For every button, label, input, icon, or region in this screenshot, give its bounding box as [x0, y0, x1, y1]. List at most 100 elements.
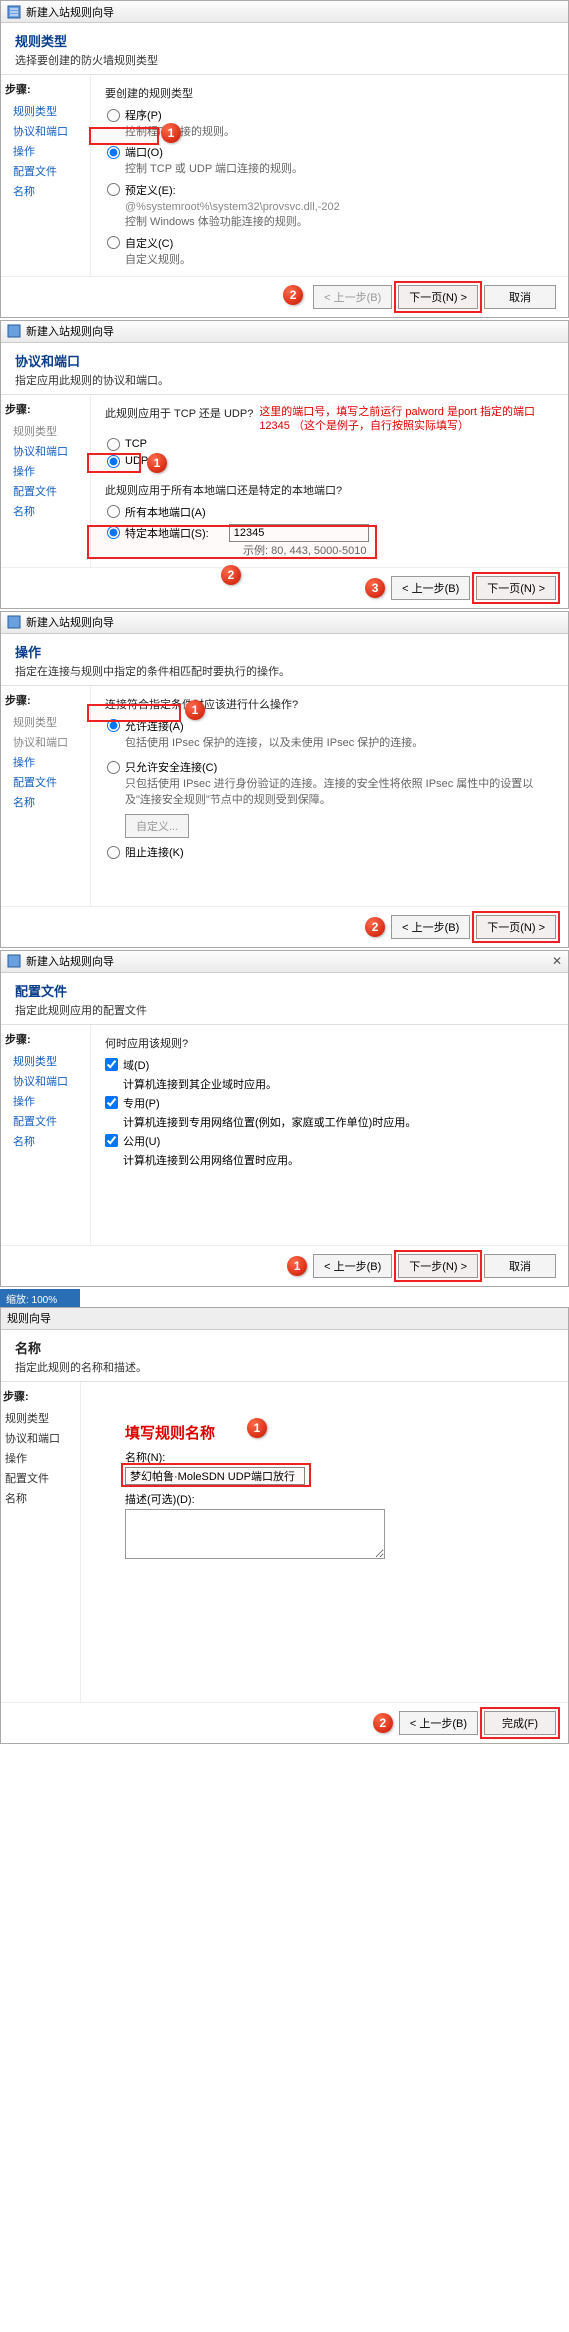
- radio-all-ports[interactable]: [107, 505, 120, 518]
- steps-sidebar: 步骤: 规则类型 协议和端口 操作 配置文件 名称: [1, 686, 91, 906]
- step-rule-type: 规则类型: [5, 1051, 86, 1071]
- desc-predef-path: @%systemroot%\system32\provsvc.dll,-202: [125, 200, 554, 215]
- cancel-button[interactable]: 取消: [484, 1254, 556, 1278]
- question-protocol: 此规则应用于 TCP 还是 UDP?: [105, 405, 253, 421]
- radio-predef[interactable]: [107, 183, 120, 196]
- opt-custom[interactable]: 自定义(C): [107, 235, 554, 251]
- wizard-title: 新建入站规则向导: [26, 4, 114, 20]
- opt-port[interactable]: 端口(O): [107, 144, 554, 160]
- titlebar: 新建入站规则向导: [1, 1, 568, 23]
- opt-all-ports[interactable]: 所有本地端口(A): [107, 504, 554, 520]
- opt-program[interactable]: 程序(P): [107, 107, 554, 123]
- close-icon[interactable]: ✕: [552, 954, 562, 968]
- rule-name-input[interactable]: [125, 1467, 305, 1485]
- wizard-icon: [7, 5, 21, 19]
- wizard-panel-name: 规则向导 名称 指定此规则的名称和描述。 步骤: 规则类型 协议和端口 操作 配…: [0, 1307, 569, 1744]
- footer: 2 < 上一步(B) 下一页(N) >: [1, 906, 568, 947]
- annot-badge-1: 1: [247, 1418, 267, 1438]
- back-button[interactable]: < 上一步(B): [391, 576, 470, 600]
- checkbox-private[interactable]: [105, 1096, 118, 1109]
- desc-public: 计算机连接到公用网络位置时应用。: [123, 1152, 554, 1168]
- radio-custom[interactable]: [107, 236, 120, 249]
- opt-secure[interactable]: 只允许安全连接(C): [107, 759, 554, 775]
- opt-tcp[interactable]: TCP: [107, 438, 554, 451]
- radio-block[interactable]: [107, 846, 120, 859]
- page-title: 协议和端口: [15, 351, 554, 370]
- step-action: 操作: [3, 1448, 78, 1468]
- radio-spec-ports[interactable]: [107, 526, 120, 539]
- header: 协议和端口 指定应用此规则的协议和端口。: [1, 343, 568, 395]
- next-button[interactable]: 下一步(N) >: [398, 1254, 478, 1278]
- steps-sidebar: 步骤: 规则类型 协议和端口 操作 配置文件 名称: [1, 395, 91, 567]
- radio-program[interactable]: [107, 109, 120, 122]
- titlebar: 新建入站规则向导: [1, 321, 568, 343]
- annot-text: 填写规则名称: [125, 1422, 554, 1443]
- checkbox-domain[interactable]: [105, 1058, 118, 1071]
- back-button[interactable]: < 上一步(B): [399, 1711, 478, 1735]
- port-example: 示例: 80, 443, 5000-5010: [243, 544, 554, 559]
- main-area: 何时应用该规则? 域(D) 计算机连接到其企业域时应用。 专用(P) 计算机连接…: [91, 1025, 568, 1245]
- annot-badge-1: 1: [147, 453, 167, 473]
- desc-secure: 只包括使用 IPsec 进行身份验证的连接。连接的安全性将依照 IPsec 属性…: [125, 777, 554, 808]
- page-subtitle: 指定在连接与规则中指定的条件相匹配时要执行的操作。: [15, 663, 554, 679]
- opt-spec-ports[interactable]: 特定本地端口(S):: [107, 524, 554, 542]
- wizard-panel-rule-type: 新建入站规则向导 规则类型 选择要创建的防火墙规则类型 步骤: 规则类型 协议和…: [0, 0, 569, 318]
- finish-button[interactable]: 完成(F): [484, 1711, 556, 1735]
- step-proto-port: 协议和端口: [5, 121, 86, 141]
- step-action: 操作: [5, 141, 86, 161]
- steps-header: 步骤:: [3, 1388, 78, 1404]
- header: 规则类型 选择要创建的防火墙规则类型: [1, 23, 568, 75]
- back-button[interactable]: < 上一步(B): [391, 915, 470, 939]
- checkbox-public[interactable]: [105, 1134, 118, 1147]
- rule-desc-input[interactable]: [125, 1509, 385, 1559]
- opt-block[interactable]: 阻止连接(K): [107, 844, 554, 860]
- radio-allow[interactable]: [107, 719, 120, 732]
- opt-predef[interactable]: 预定义(E):: [107, 182, 554, 198]
- titlebar: 规则向导: [1, 1308, 568, 1330]
- desc-predef: 控制 Windows 体验功能连接的规则。: [125, 215, 554, 230]
- back-button[interactable]: < 上一步(B): [313, 1254, 392, 1278]
- footer: 1 < 上一步(B) 下一步(N) > 取消: [1, 1245, 568, 1286]
- wizard-panel-protocol-port: 新建入站规则向导 协议和端口 指定应用此规则的协议和端口。 步骤: 规则类型 协…: [0, 320, 569, 609]
- port-input[interactable]: [229, 524, 369, 542]
- step-profile: 配置文件: [5, 772, 86, 792]
- page-title: 操作: [15, 642, 554, 661]
- chk-domain[interactable]: 域(D): [105, 1057, 554, 1073]
- footer: 2 < 上一步(B) 下一页(N) > 取消: [1, 276, 568, 317]
- wizard-title: 新建入站规则向导: [26, 953, 114, 969]
- radio-tcp[interactable]: [107, 438, 120, 451]
- wizard-title: 新建入站规则向导: [26, 323, 114, 339]
- radio-port[interactable]: [107, 146, 120, 159]
- annot-badge-2: 2: [283, 285, 303, 305]
- next-button[interactable]: 下一页(N) >: [398, 285, 478, 309]
- back-button[interactable]: < 上一步(B): [313, 285, 392, 309]
- step-rule-type: 规则类型: [5, 712, 86, 732]
- opt-allow[interactable]: 允许连接(A): [107, 718, 554, 734]
- steps-header: 步骤:: [5, 81, 86, 97]
- next-button[interactable]: 下一页(N) >: [476, 915, 556, 939]
- page-subtitle: 选择要创建的防火墙规则类型: [15, 52, 554, 68]
- next-button[interactable]: 下一页(N) >: [476, 576, 556, 600]
- radio-udp[interactable]: [107, 455, 120, 468]
- footer: 3 < 上一步(B) 下一页(N) >: [1, 567, 568, 608]
- page-title: 规则类型: [15, 31, 554, 50]
- radio-secure[interactable]: [107, 761, 120, 774]
- annot-badge-1: 1: [287, 1256, 307, 1276]
- opt-udp[interactable]: UDP: [107, 455, 554, 468]
- chk-private[interactable]: 专用(P): [105, 1095, 554, 1111]
- step-rule-type: 规则类型: [5, 101, 86, 121]
- name-label: 名称(N):: [125, 1449, 554, 1465]
- question: 要创建的规则类型: [105, 85, 554, 101]
- main-area: 此规则应用于 TCP 还是 UDP? 这里的端口号，填写之前运行 palword…: [91, 395, 568, 567]
- page-title: 名称: [15, 1338, 554, 1357]
- customize-button[interactable]: 自定义...: [125, 814, 189, 838]
- step-name: 名称: [5, 792, 86, 812]
- page-subtitle: 指定应用此规则的协议和端口。: [15, 372, 554, 388]
- steps-sidebar: 步骤: 规则类型 协议和端口 操作 配置文件 名称: [1, 1025, 91, 1245]
- desc-label: 描述(可选)(D):: [125, 1491, 554, 1507]
- step-action: 操作: [5, 461, 86, 481]
- chk-public[interactable]: 公用(U): [105, 1133, 554, 1149]
- page-title: 配置文件: [15, 981, 554, 1000]
- annot-badge-2: 2: [365, 917, 385, 937]
- cancel-button[interactable]: 取消: [484, 285, 556, 309]
